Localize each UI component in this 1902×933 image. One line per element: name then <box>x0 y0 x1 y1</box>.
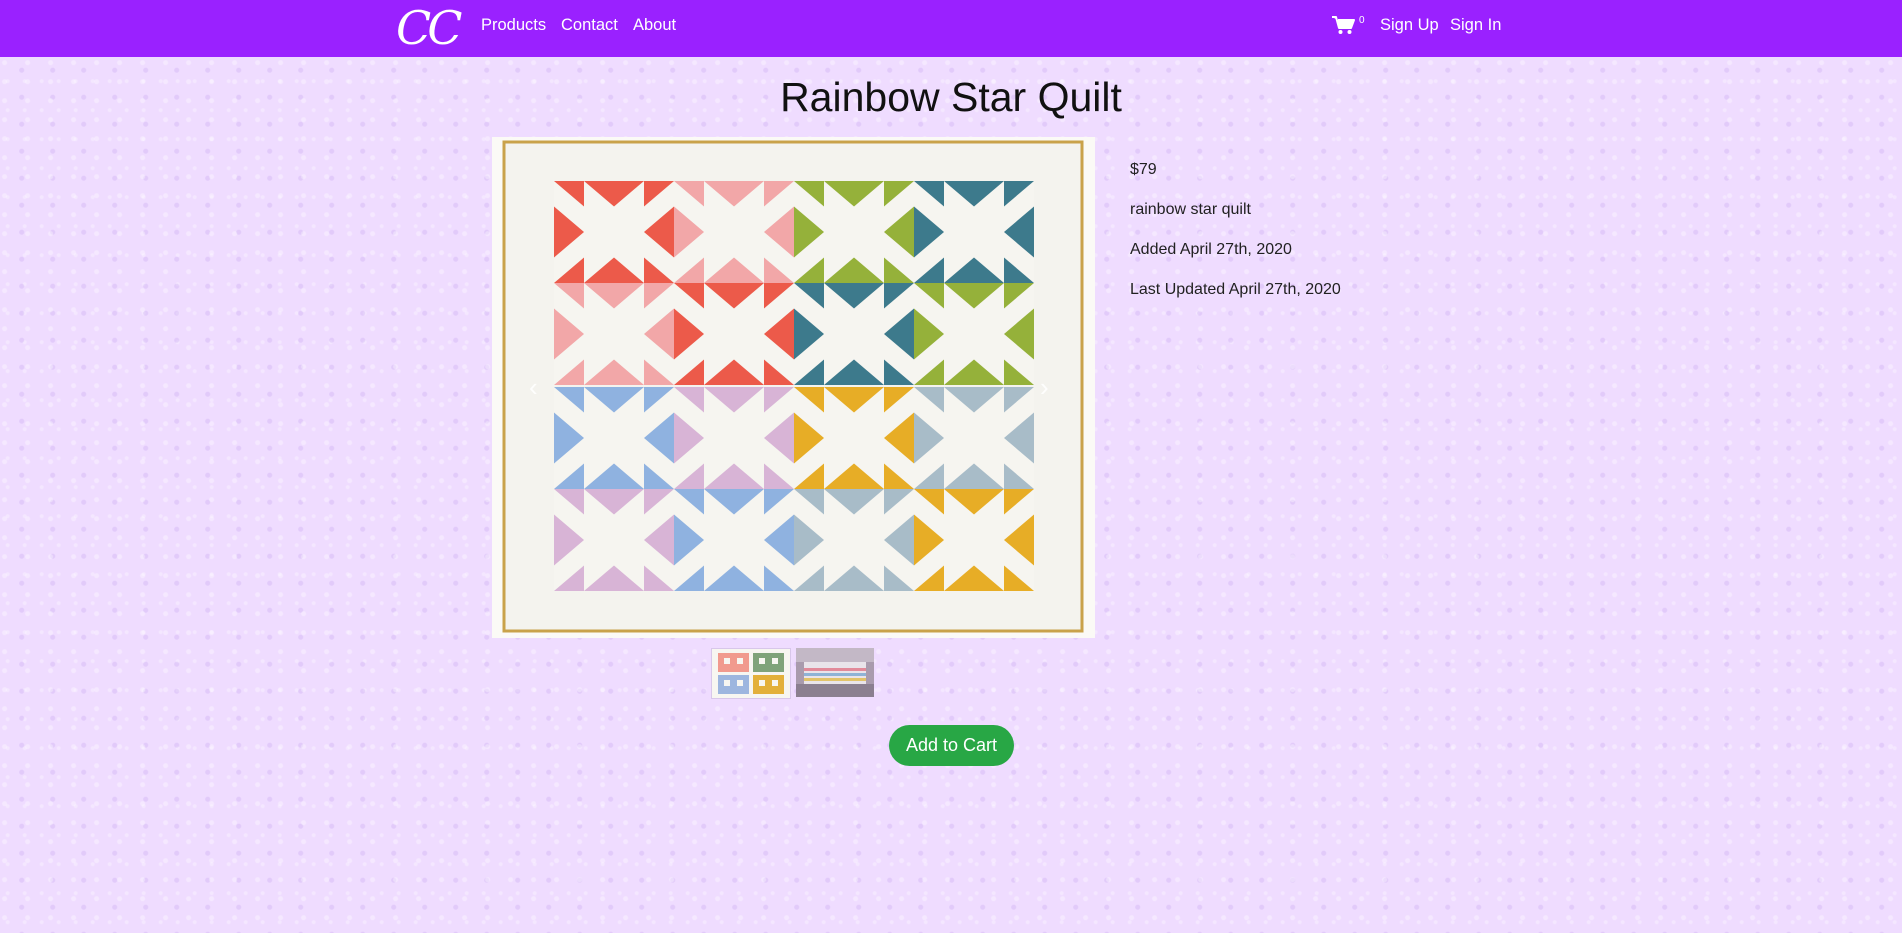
product-details: $79 rainbow star quilt Added April 27th,… <box>1130 160 1341 320</box>
brand-logo[interactable]: CC <box>396 2 462 54</box>
sign-up-link[interactable]: Sign Up <box>1380 15 1439 35</box>
quilt-thumbnail[interactable] <box>711 648 791 699</box>
chevron-right-icon[interactable]: › <box>1040 372 1049 402</box>
quilt-image <box>492 137 1095 638</box>
add-to-cart-button[interactable]: Add to Cart <box>889 725 1014 766</box>
product-title: Rainbow Star Quilt <box>780 74 1122 120</box>
product-updated-date: Last Updated April 27th, 2020 <box>1130 281 1341 298</box>
product-image-carousel[interactable] <box>492 137 1095 638</box>
product-price: $79 <box>1130 161 1157 178</box>
product-added-date: Added April 27th, 2020 <box>1130 241 1292 258</box>
sign-in-link[interactable]: Sign In <box>1450 15 1501 35</box>
bed-thumbnail[interactable] <box>796 648 874 697</box>
nav-link-contact[interactable]: Contact <box>561 15 618 35</box>
nav-link-products[interactable]: Products <box>481 15 546 35</box>
bed-thumbnail-image <box>796 648 874 697</box>
cart-icon <box>1332 16 1355 34</box>
chevron-left-icon[interactable]: ‹ <box>529 372 538 402</box>
cart-count-badge: 0 <box>1359 15 1365 26</box>
navbar: CC Products Contact About 0 Sign Up Sign… <box>0 0 1902 57</box>
product-description: rainbow star quilt <box>1130 201 1251 218</box>
nav-link-about[interactable]: About <box>633 15 676 35</box>
cart-link[interactable]: 0 <box>1331 13 1365 39</box>
quilt-thumbnail-image <box>712 649 790 698</box>
